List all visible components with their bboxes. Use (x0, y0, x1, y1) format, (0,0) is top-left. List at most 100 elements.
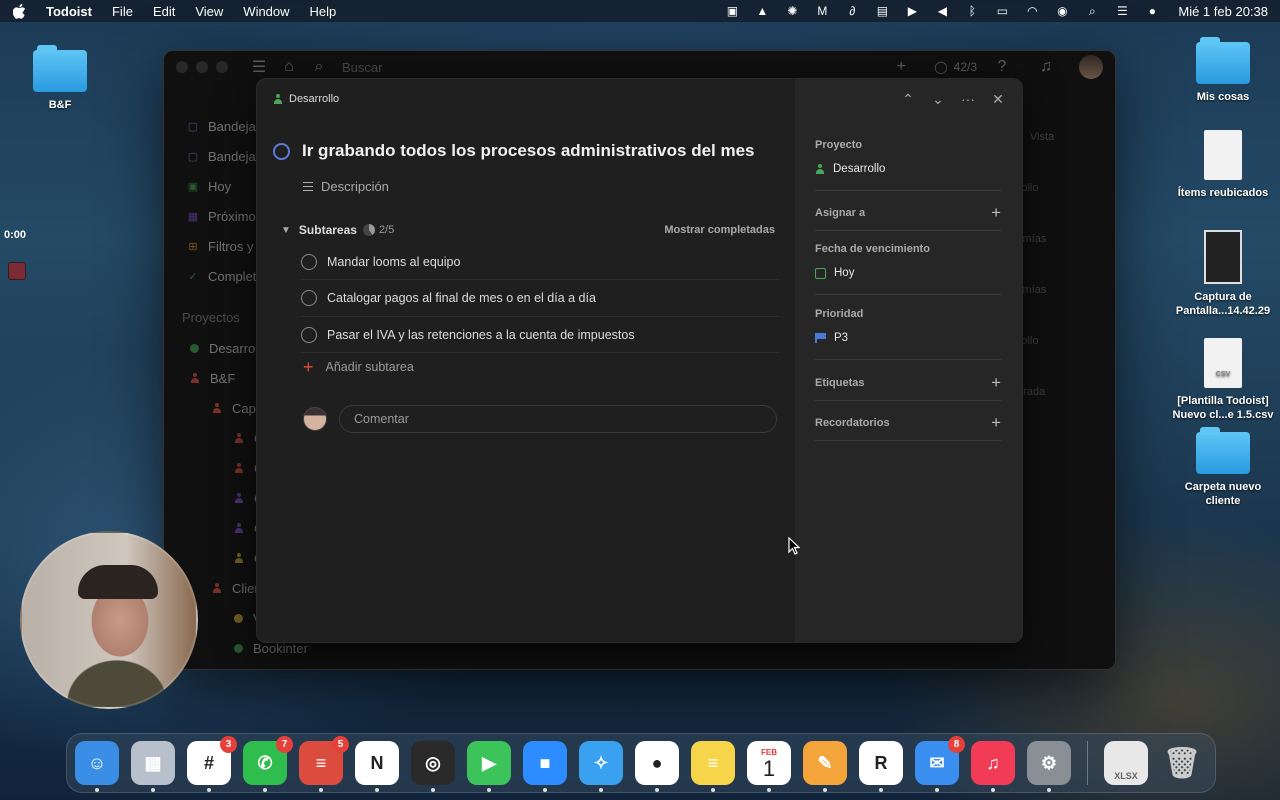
labels-field[interactable]: Etiquetas + (815, 373, 1001, 401)
play-icon[interactable]: ▶ (904, 4, 920, 18)
complete-task-checkbox[interactable] (273, 142, 290, 160)
clipboard-icon[interactable]: ▤ (874, 4, 890, 18)
slack-app[interactable]: #3 (187, 736, 237, 792)
plus-icon[interactable]: + (991, 373, 1001, 393)
help-menu[interactable]: Help (310, 4, 337, 19)
desktop-item[interactable]: [Plantilla Todoist] Nuevo cl...e 1.5.csv (1168, 338, 1278, 422)
priority-field[interactable]: Prioridad P3 (815, 308, 1001, 360)
csv-file-icon (1204, 338, 1242, 388)
desktop-folder-bf[interactable]: B&F (5, 45, 115, 112)
modal-actions: ⌃ ⌄ ··· ✕ (900, 91, 1006, 108)
drive-icon[interactable]: ▲ (754, 4, 770, 18)
trash-icon[interactable]: 🗑 (1160, 741, 1204, 785)
slack-icon: # (203, 752, 214, 773)
launchpad-app[interactable]: ▦ (131, 741, 175, 792)
camera-icon[interactable]: ▣ (724, 4, 740, 18)
webcam-overlay (20, 531, 198, 709)
app-name-menu[interactable]: Todoist (46, 4, 92, 19)
zoom-app[interactable]: ■ (523, 741, 567, 792)
volume-icon[interactable]: ◀ (934, 4, 950, 18)
running-indicator (207, 788, 211, 792)
subtask-checkbox[interactable] (301, 290, 317, 306)
more-options-icon[interactable]: ··· (960, 91, 976, 107)
assign-field[interactable]: Asignar a + (815, 203, 1001, 231)
show-completed-button[interactable]: Mostrar completadas (664, 224, 775, 236)
desktop-item-label: Mis cosas (1196, 91, 1250, 103)
add-subtask-button[interactable]: + Añadir subtarea (303, 358, 414, 376)
desktop-item[interactable]: Captura de Pantalla...14.42.29 (1168, 230, 1278, 318)
comment-input[interactable]: Comentar (339, 405, 777, 433)
plus-icon[interactable]: + (991, 203, 1001, 223)
siri-icon[interactable]: ● (1144, 4, 1160, 18)
subtask-row[interactable]: Catalogar pagos al final de mes o en el … (301, 281, 779, 317)
window-menu[interactable]: Window (243, 4, 289, 19)
battery-icon[interactable]: ▭ (994, 4, 1010, 18)
close-icon[interactable]: ✕ (990, 91, 1006, 107)
calendar-day: 1 (762, 755, 776, 781)
obs-app[interactable]: ◎ (411, 741, 455, 792)
running-indicator (599, 788, 603, 792)
facetime-icon: ▶ (482, 752, 496, 773)
bluetooth-icon[interactable]: ᛒ (964, 4, 980, 18)
safari-app[interactable]: ✧ (579, 741, 623, 792)
signature-icon[interactable]: ∂ (844, 4, 860, 18)
desktop-item[interactable]: Carpeta nuevo cliente (1168, 427, 1278, 508)
due-date-field[interactable]: Fecha de vencimiento Hoy (815, 243, 1001, 295)
task-title-row: Ir grabando todos los procesos administr… (273, 141, 755, 161)
notion-app[interactable]: N (355, 741, 399, 792)
finder-app[interactable]: ☺ (75, 741, 119, 792)
music-app[interactable]: ♫ (971, 741, 1015, 792)
due-date-label: Fecha de vencimiento (815, 243, 930, 255)
todoist-app[interactable]: ≡ 5 (299, 736, 349, 792)
reminders-field[interactable]: Recordatorios + (815, 413, 1001, 441)
running-indicator (375, 788, 379, 792)
running-indicator (823, 788, 827, 792)
xlsx-file-icon[interactable]: XLSX (1104, 741, 1148, 785)
desktop-item[interactable]: Ítems reubicados (1168, 130, 1278, 200)
running-indicator (767, 788, 771, 792)
pages-app[interactable]: ✎ (803, 741, 847, 792)
file-menu[interactable]: File (112, 4, 133, 19)
running-indicator (655, 788, 659, 792)
menubar-clock[interactable]: Mié 1 feb 20:38 (1178, 4, 1268, 19)
chrome-app[interactable]: ● (635, 741, 679, 792)
subtask-row[interactable]: Pasar el IVA y las retenciones a la cuen… (301, 317, 779, 353)
subtasks-label[interactable]: Subtareas (299, 223, 357, 237)
notes-app[interactable]: ≡ (691, 741, 735, 792)
subtask-row[interactable]: Mandar looms al equipo (301, 244, 779, 280)
subtask-checkbox[interactable] (301, 253, 317, 270)
labels-label: Etiquetas (815, 377, 865, 389)
running-indicator (263, 788, 267, 792)
notes-icon: ≡ (707, 752, 719, 773)
task-title[interactable]: Ir grabando todos los procesos administr… (302, 141, 755, 161)
spotlight-icon[interactable]: ⌕ (1084, 4, 1100, 18)
edit-menu[interactable]: Edit (153, 4, 175, 19)
wifi-icon[interactable]: ◠ (1024, 4, 1040, 18)
sun-icon[interactable]: ✺ (784, 4, 800, 18)
calendar-app[interactable]: FEB 1 (747, 741, 791, 792)
comment-row: Comentar (303, 405, 777, 433)
person-icon (815, 164, 825, 174)
project-breadcrumb[interactable]: Desarrollo (273, 93, 339, 105)
stop-recording-button[interactable] (8, 262, 26, 280)
apple-menu-icon[interactable] (12, 3, 26, 19)
mail-app[interactable]: ✉ 8 (915, 736, 965, 792)
view-menu[interactable]: View (195, 4, 223, 19)
chevron-down-icon[interactable]: ▼ (281, 225, 291, 236)
user-icon[interactable]: ◉ (1054, 4, 1070, 18)
subtask-checkbox[interactable] (301, 326, 317, 343)
next-task-icon[interactable]: ⌄ (930, 91, 946, 107)
m-app-icon[interactable]: M (814, 4, 830, 18)
previous-task-icon[interactable]: ⌃ (900, 91, 916, 107)
system-settings-app[interactable]: ⚙ (1027, 741, 1071, 792)
desktop-item-label: Ítems reubicados (1177, 187, 1269, 199)
whatsapp-app[interactable]: ✆ 7 (243, 736, 293, 792)
project-field[interactable]: Proyecto Desarrollo (815, 139, 1001, 191)
control-center-icon[interactable]: ☰ (1114, 4, 1130, 18)
plus-icon[interactable]: + (991, 413, 1001, 433)
description-field[interactable]: Descripción (303, 179, 389, 194)
readwise-app[interactable]: R (859, 741, 903, 792)
add-subtask-label: Añadir subtarea (325, 360, 414, 374)
facetime-app[interactable]: ▶ (467, 741, 511, 792)
desktop-item[interactable]: Mis cosas (1168, 37, 1278, 104)
